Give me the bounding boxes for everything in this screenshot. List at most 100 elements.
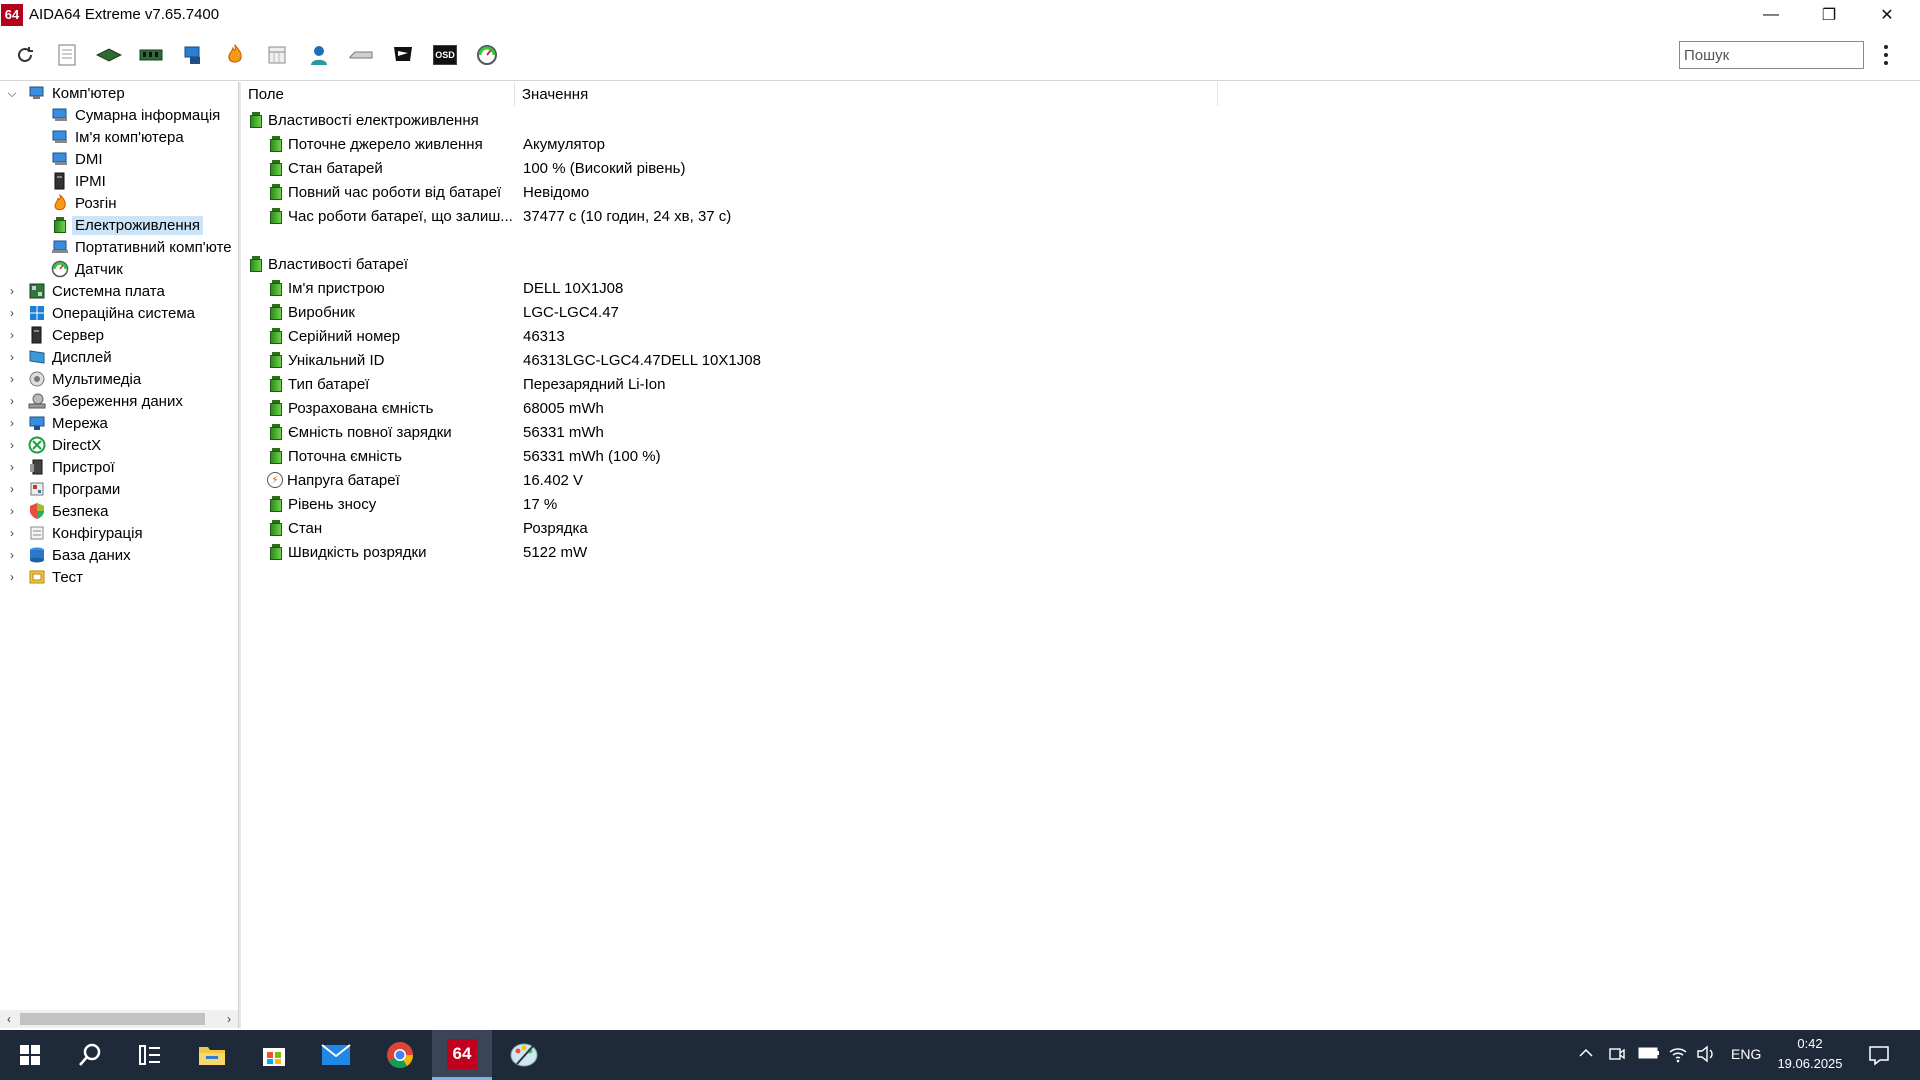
database-icon <box>28 546 46 564</box>
chevron-right-icon[interactable]: › <box>6 544 18 566</box>
tree-item-summary[interactable]: Сумарна інформація <box>51 104 223 126</box>
search-input[interactable] <box>1679 41 1864 69</box>
tree-item-computer-name[interactable]: Ім'я комп'ютера <box>51 126 187 148</box>
table-row[interactable]: Виробник LGC-LGC4.47 <box>241 300 1241 324</box>
tree-item-multimedia[interactable]: Мультимедіа <box>28 368 144 390</box>
tree-item-portable-computer[interactable]: Портативний комп'юте <box>51 236 235 258</box>
chevron-right-icon[interactable]: › <box>6 434 18 456</box>
tree-item-configuration[interactable]: Конфігурація <box>28 522 146 544</box>
tray-chevron-up-icon[interactable] <box>1578 1045 1594 1064</box>
paint-icon[interactable] <box>494 1030 554 1080</box>
tree-item-security[interactable]: Безпека <box>28 500 111 522</box>
tree-item-dmi[interactable]: DMI <box>51 148 106 170</box>
group-power-properties[interactable]: Властивості електроживлення <box>241 108 1241 132</box>
tree-item-network[interactable]: Мережа <box>28 412 111 434</box>
chevron-right-icon[interactable]: › <box>6 522 18 544</box>
chevron-right-icon[interactable]: › <box>6 500 18 522</box>
clock[interactable]: 0:42 19.06.2025 <box>1770 1034 1850 1074</box>
tree-item-directx[interactable]: DirectX <box>28 434 104 456</box>
tree-item-database[interactable]: База даних <box>28 544 134 566</box>
motherboard-icon[interactable] <box>96 43 122 67</box>
tree-item-power-management[interactable]: Електроживлення <box>51 214 204 236</box>
chevron-right-icon[interactable]: › <box>6 456 18 478</box>
volume-icon[interactable] <box>1696 1045 1716 1066</box>
table-row[interactable]: Поточна ємність 56331 mWh (100 %) <box>241 444 1241 468</box>
column-field-header[interactable]: Поле <box>241 82 515 106</box>
chevron-right-icon[interactable]: › <box>6 566 18 588</box>
table-row[interactable]: Тип батареї Перезарядний Li-Ion <box>241 372 1241 396</box>
tree-item-storage[interactable]: Збереження даних <box>28 390 186 412</box>
table-row[interactable]: Стан Розрядка <box>241 516 1241 540</box>
mail-icon[interactable] <box>306 1030 366 1080</box>
store-icon[interactable] <box>244 1030 304 1080</box>
memory-icon[interactable] <box>138 43 164 67</box>
table-row[interactable]: Унікальний ID 46313LGC-LGC4.47DELL 10X1J… <box>241 348 1241 372</box>
flag-icon[interactable] <box>390 43 416 67</box>
osd-icon[interactable]: OSD <box>432 43 458 67</box>
drive-icon[interactable] <box>348 43 374 67</box>
chevron-down-icon[interactable]: ⌵ <box>6 82 18 104</box>
close-button[interactable]: ✕ <box>1858 0 1916 29</box>
battery-icon <box>269 208 283 224</box>
tree-horizontal-scrollbar[interactable]: ‹ › <box>0 1010 238 1028</box>
tree-item-operating-system[interactable]: Операційна система <box>28 302 198 324</box>
more-options-icon[interactable] <box>1878 43 1894 67</box>
table-row[interactable]: Ємність повної зарядки 56331 mWh <box>241 420 1241 444</box>
tree-item-devices[interactable]: Пристрої <box>28 456 118 478</box>
scroll-right-icon[interactable]: › <box>220 1010 238 1028</box>
chevron-right-icon[interactable]: › <box>6 280 18 302</box>
battery-tray-icon[interactable] <box>1638 1045 1660 1064</box>
tree-item-motherboard[interactable]: Системна плата <box>28 280 168 302</box>
notification-icon[interactable] <box>1868 1044 1890 1069</box>
chevron-right-icon[interactable]: › <box>6 390 18 412</box>
group-battery-properties[interactable]: Властивості батареї <box>241 252 1241 276</box>
table-row[interactable]: Серійний номер 46313 <box>241 324 1241 348</box>
scrollbar-thumb[interactable] <box>20 1013 205 1025</box>
minimize-button[interactable]: — <box>1742 0 1800 29</box>
column-value-header[interactable]: Значення <box>515 82 1218 106</box>
refresh-icon[interactable] <box>12 43 38 67</box>
language-indicator[interactable]: ENG <box>1731 1046 1761 1062</box>
table-row[interactable]: ⚡ Напруга батареї 16.402 V <box>241 468 1241 492</box>
chevron-right-icon[interactable]: › <box>6 324 18 346</box>
tree-item-display[interactable]: Дисплей <box>28 346 115 368</box>
tree-item-computer[interactable]: Комп'ютер <box>28 82 128 104</box>
table-row[interactable]: Стан батарей 100 % (Високий рівень) <box>241 156 1241 180</box>
meet-now-icon[interactable] <box>1608 1045 1626 1066</box>
tree-item-benchmark[interactable]: Тест <box>28 566 86 588</box>
chevron-right-icon[interactable]: › <box>6 412 18 434</box>
scroll-left-icon[interactable]: ‹ <box>0 1010 18 1028</box>
laptop-icon <box>51 238 69 256</box>
tree-item-programs[interactable]: Програми <box>28 478 123 500</box>
maximize-button[interactable]: ❐ <box>1800 0 1858 29</box>
gauge-icon <box>51 260 69 278</box>
user-icon[interactable] <box>306 43 332 67</box>
table-row[interactable]: Розрахована ємність 68005 mWh <box>241 396 1241 420</box>
chevron-right-icon[interactable]: › <box>6 346 18 368</box>
table-row[interactable]: Поточне джерело живлення Акумулятор <box>241 132 1241 156</box>
tree-item-overclock[interactable]: Розгін <box>51 192 119 214</box>
flame-icon[interactable] <box>222 43 248 67</box>
search-icon[interactable] <box>60 1030 120 1080</box>
tree-item-server[interactable]: Сервер <box>28 324 107 346</box>
tree-item-ipmi[interactable]: IPMI <box>51 170 109 192</box>
table-row[interactable]: Час роботи батареї, що залиш... 37477 с … <box>241 204 1241 228</box>
chevron-right-icon[interactable]: › <box>6 302 18 324</box>
task-view-icon[interactable] <box>120 1030 180 1080</box>
chrome-icon[interactable] <box>370 1030 430 1080</box>
start-icon[interactable] <box>0 1030 60 1080</box>
table-row[interactable]: Повний час роботи від батареї Невідомо <box>241 180 1241 204</box>
aida64-icon[interactable]: 64 <box>432 1030 492 1080</box>
table-row[interactable]: Ім'я пристрою DELL 10X1J08 <box>241 276 1241 300</box>
sensor-gauge-icon[interactable] <box>474 43 500 67</box>
report-icon[interactable] <box>54 43 80 67</box>
calendar-icon[interactable] <box>264 43 290 67</box>
table-row[interactable]: Швидкість розрядки 5122 mW <box>241 540 1241 564</box>
tree-item-sensor[interactable]: Датчик <box>51 258 126 280</box>
table-row[interactable]: Рівень зносу 17 % <box>241 492 1241 516</box>
chevron-right-icon[interactable]: › <box>6 368 18 390</box>
network-icon[interactable] <box>180 43 206 67</box>
file-explorer-icon[interactable] <box>182 1030 242 1080</box>
wifi-icon[interactable] <box>1668 1045 1688 1066</box>
chevron-right-icon[interactable]: › <box>6 478 18 500</box>
